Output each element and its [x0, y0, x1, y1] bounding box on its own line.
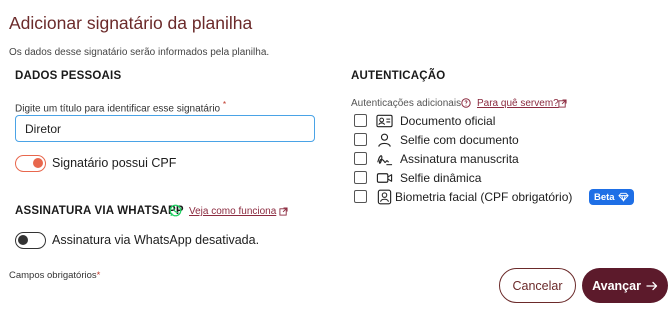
option-label: Documento oficial: [400, 114, 496, 128]
signatory-title-input[interactable]: [15, 115, 315, 142]
how-it-works-link[interactable]: Veja como funciona: [189, 206, 276, 217]
required-mark: *: [96, 270, 101, 281]
additional-auth-label: Autenticações adicionais: [351, 98, 462, 109]
external-link-icon: [279, 207, 288, 216]
option-label: Biometria facial (CPF obrigatório): [395, 190, 573, 204]
page-title: Adicionar signatário da planilha: [9, 13, 253, 33]
video-icon: [376, 173, 393, 183]
next-button-label: Avançar: [592, 278, 641, 293]
required-fields-note: Campos obrigatórios*: [9, 270, 100, 281]
face-id-icon: [377, 189, 392, 205]
next-button[interactable]: Avançar: [582, 268, 668, 303]
cpf-toggle[interactable]: [15, 155, 46, 172]
checkbox[interactable]: [354, 133, 367, 146]
whatsapp-toggle[interactable]: [15, 232, 46, 249]
diamond-icon: [617, 192, 629, 202]
checkbox[interactable]: [354, 114, 367, 127]
arrow-right-icon: [646, 281, 658, 290]
required-mark: *: [222, 99, 227, 109]
option-label: Selfie com documento: [400, 133, 519, 147]
person-icon: [378, 133, 391, 147]
external-link-icon: [558, 99, 567, 108]
checkbox[interactable]: [354, 152, 367, 165]
page-subtitle: Os dados desse signatário serão informad…: [9, 47, 270, 58]
why-link[interactable]: Para quê servem?: [477, 98, 559, 109]
beta-badge: Beta: [589, 189, 634, 205]
cancel-button[interactable]: Cancelar: [499, 268, 576, 303]
signature-icon: [377, 155, 393, 166]
whatsapp-icon: [169, 204, 182, 217]
beta-label: Beta: [594, 191, 615, 203]
title-field-label-text: Digite um título para identificar esse s…: [15, 103, 221, 115]
option-label: Selfie dinâmica: [400, 171, 482, 185]
cpf-toggle-label: Signatário possui CPF: [52, 156, 177, 170]
personal-data-heading: DADOS PESSOAIS: [15, 70, 122, 82]
option-label: Assinatura manuscrita: [400, 152, 519, 166]
info-icon[interactable]: [461, 98, 471, 108]
whatsapp-heading: ASSINATURA VIA WHATSAPP: [15, 205, 184, 217]
id-card-icon: [376, 114, 393, 128]
authentication-heading: AUTENTICAÇÃO: [351, 70, 446, 82]
whatsapp-toggle-label: Assinatura via WhatsApp desativada.: [52, 233, 260, 247]
checkbox[interactable]: [354, 190, 367, 203]
toggle-knob: [33, 158, 43, 168]
toggle-knob: [18, 235, 28, 245]
checkbox[interactable]: [354, 171, 367, 184]
title-field-label: Digite um título para identificar esse s…: [15, 99, 226, 114]
required-fields-text: Campos obrigatórios: [9, 270, 97, 281]
